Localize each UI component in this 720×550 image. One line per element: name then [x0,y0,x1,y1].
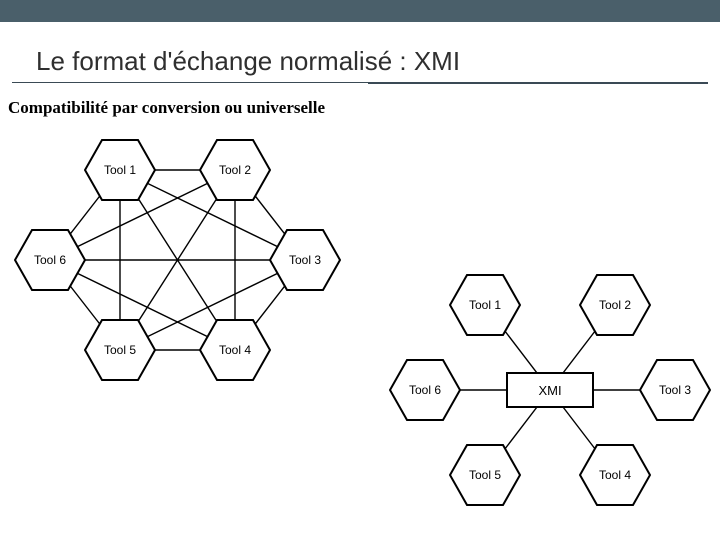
svg-text:Tool 6: Tool 6 [34,253,66,267]
diagram-stage: Tool 1 Tool 2 Tool 3 Tool 4 Tool 5 Tool … [0,120,720,540]
right-node-tool1: Tool 1 [449,274,521,336]
right-node-tool2: Tool 2 [579,274,651,336]
svg-text:Tool 5: Tool 5 [469,468,501,482]
svg-text:Tool 4: Tool 4 [219,343,251,357]
slide-subtitle: Compatibilité par conversion ou universe… [8,98,325,118]
svg-text:Tool 5: Tool 5 [104,343,136,357]
svg-text:Tool 3: Tool 3 [289,253,321,267]
svg-text:Tool 6: Tool 6 [409,383,441,397]
svg-text:Tool 2: Tool 2 [219,163,251,177]
svg-text:Tool 3: Tool 3 [659,383,691,397]
left-node-tool5: Tool 5 [84,319,156,381]
left-node-tool3: Tool 3 [269,229,341,291]
left-node-tool2: Tool 2 [199,139,271,201]
svg-text:Tool 1: Tool 1 [469,298,501,312]
right-center-xmi: XMI [506,372,594,408]
title-underline [12,82,708,84]
left-node-tool6: Tool 6 [14,229,86,291]
svg-text:Tool 4: Tool 4 [599,468,631,482]
right-center-label: XMI [538,383,561,398]
left-node-tool4: Tool 4 [199,319,271,381]
right-node-tool4: Tool 4 [579,444,651,506]
slide-title: Le format d'échange normalisé : XMI [36,46,460,77]
left-node-tool1: Tool 1 [84,139,156,201]
right-node-tool3: Tool 3 [639,359,711,421]
right-node-tool5: Tool 5 [449,444,521,506]
svg-text:Tool 1: Tool 1 [104,163,136,177]
header-accent [270,14,540,22]
right-node-tool6: Tool 6 [389,359,461,421]
svg-text:Tool 2: Tool 2 [599,298,631,312]
